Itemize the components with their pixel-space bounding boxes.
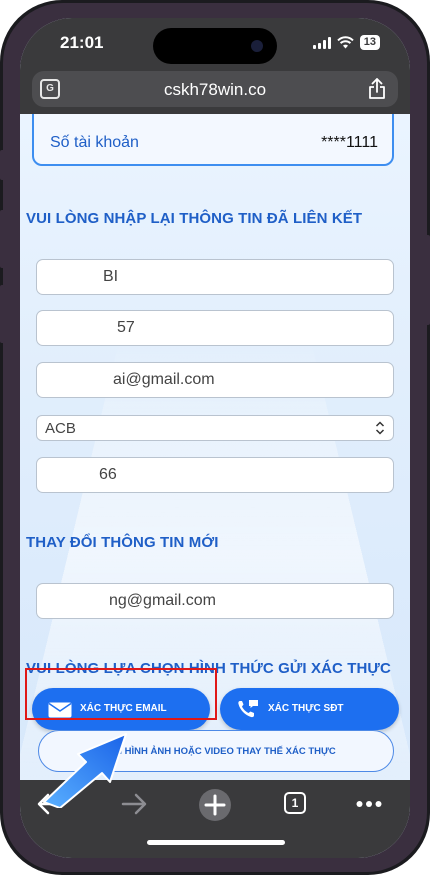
home-indicator xyxy=(147,840,285,845)
address-bar: G cskh78win.co xyxy=(20,68,410,114)
bank-select-value: ACB xyxy=(45,420,76,437)
new-tab-icon[interactable] xyxy=(198,788,232,822)
dynamic-island xyxy=(153,28,277,64)
verify-sdt-button[interactable]: XÁC THỰC SĐT xyxy=(220,688,399,730)
pointer-arrow-icon xyxy=(43,733,127,808)
signal-icon xyxy=(312,36,331,49)
screen: 21:01 13 G cskh78win.co Số tài khoản ***… xyxy=(20,18,410,858)
relink-email-field[interactable]: ai@gmail.com xyxy=(36,362,394,398)
account-number-value: ****1111 xyxy=(321,134,378,151)
volume-down-button xyxy=(0,285,5,343)
share-icon[interactable] xyxy=(368,78,386,100)
verify-sdt-label: XÁC THỰC SĐT xyxy=(268,703,344,714)
new-email-value: ng@gmail.com xyxy=(109,592,216,609)
highlight-box xyxy=(25,668,217,720)
status-icons: 13 xyxy=(312,35,380,50)
select-chevron-icon xyxy=(375,421,385,435)
url-field[interactable]: G cskh78win.co xyxy=(32,71,398,107)
relink-email-value: ai@gmail.com xyxy=(113,371,215,388)
more-icon[interactable] xyxy=(356,800,382,808)
status-time: 21:01 xyxy=(60,33,104,52)
account-card: Số tài khoản ****1111 xyxy=(32,114,394,166)
account-number-label: Số tài khoản xyxy=(50,134,139,151)
new-email-field[interactable]: ng@gmail.com xyxy=(36,583,394,619)
battery-icon: 13 xyxy=(359,35,380,50)
relink-name-field[interactable]: BI xyxy=(36,259,394,295)
relink-section-title: VUI LÒNG NHẬP LẠI THÔNG TIN ĐÃ LIÊN KẾT xyxy=(26,210,363,227)
relink-phone-field[interactable]: 57 xyxy=(36,310,394,346)
relink-account-value: 66 xyxy=(99,466,117,483)
status-bar: 21:01 13 xyxy=(20,18,410,68)
relink-account-field[interactable]: 66 xyxy=(36,457,394,493)
volume-up-button xyxy=(0,210,5,268)
bank-select[interactable]: ACB xyxy=(36,415,394,441)
page-content: Số tài khoản ****1111 VUI LÒNG NHẬP LẠI … xyxy=(20,114,410,780)
new-info-section-title: THAY ĐỔI THÔNG TIN MỚI xyxy=(26,534,219,551)
relink-name-value: BI xyxy=(103,268,119,285)
camera-icon xyxy=(251,40,263,52)
power-button xyxy=(425,235,430,325)
url-text[interactable]: cskh78win.co xyxy=(32,80,398,100)
relink-phone-value: 57 xyxy=(117,319,135,336)
phone-call-icon xyxy=(238,700,258,718)
mute-switch xyxy=(0,150,5,180)
tabs-icon[interactable]: 1 xyxy=(284,792,306,814)
wifi-icon xyxy=(337,36,354,49)
